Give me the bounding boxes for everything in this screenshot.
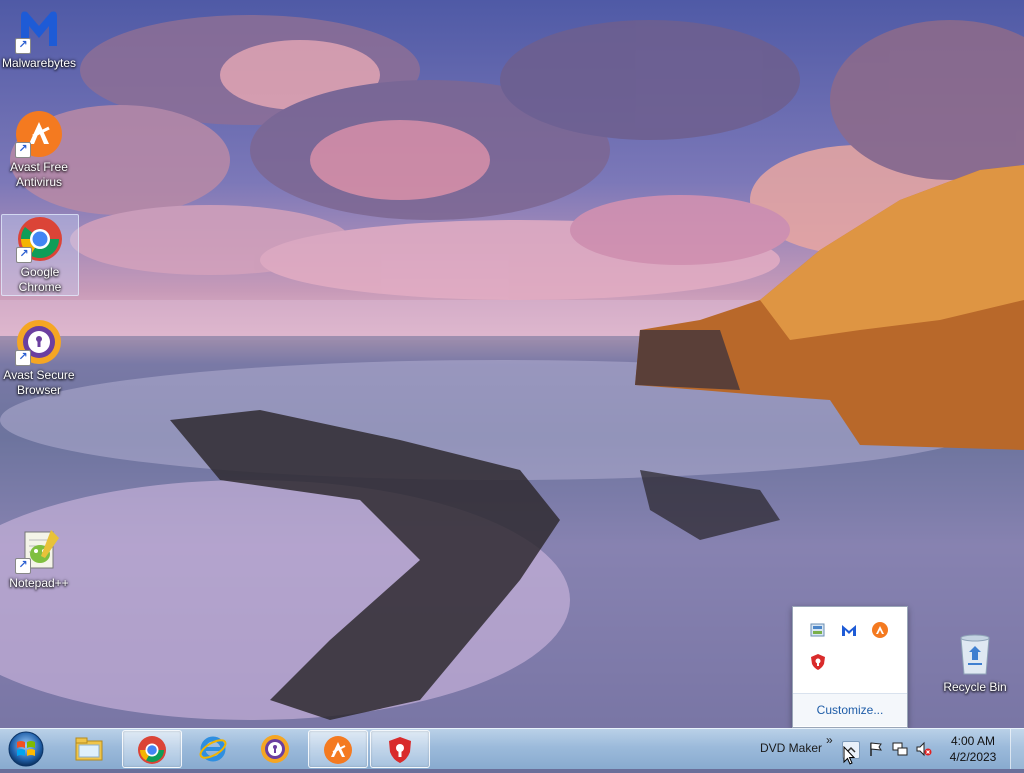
- show-desktop-button[interactable]: [1010, 729, 1024, 769]
- malwarebytes-icon: ↗: [15, 6, 63, 54]
- taskbar-avast-shield-button[interactable]: [370, 730, 430, 768]
- notification-area-overflow-popup: Customize...: [792, 606, 908, 728]
- clock-date: 4/2/2023: [949, 750, 997, 764]
- windows-logo-icon: [8, 731, 44, 767]
- avast-tray-icon[interactable]: [871, 621, 889, 639]
- dvd-maker-toolbar-label[interactable]: DVD Maker: [760, 741, 822, 755]
- desktop-icon-notepad-plus-plus[interactable]: ↗ Notepad++: [1, 526, 77, 591]
- desktop-icon-recycle-bin[interactable]: Recycle Bin: [937, 630, 1013, 695]
- action-center-flag-icon[interactable]: [868, 741, 884, 757]
- desktop-icon-label: Avast Free Antivirus: [10, 160, 68, 189]
- desktop-icon-google-chrome[interactable]: ↗ Google Chrome: [1, 214, 79, 296]
- desktop-icon-avast-free-antivirus[interactable]: ↗ Avast Free Antivirus: [1, 110, 77, 190]
- volume-muted-icon[interactable]: [916, 741, 932, 757]
- desktop-icon-avast-secure-browser[interactable]: ↗ Avast Secure Browser: [1, 318, 77, 398]
- shortcut-arrow-icon: ↗: [15, 38, 31, 54]
- taskbar-avast-secure-browser-button[interactable]: [246, 730, 304, 766]
- taskbar-explorer-button[interactable]: [60, 730, 118, 766]
- clock-time: 4:00 AM: [950, 734, 996, 748]
- desktop-icon-label: Malwarebytes: [1, 56, 77, 70]
- taskbar: DVD Maker » 4:00 AM 4/2/2023: [0, 728, 1024, 769]
- avast-shield-icon: [385, 735, 415, 765]
- system-clock[interactable]: 4:00 AM 4/2/2023: [944, 733, 1002, 765]
- mouse-cursor-icon: [843, 745, 857, 766]
- toolbar-chevron-icon[interactable]: »: [826, 733, 833, 747]
- avast-secure-browser-icon: ↗: [15, 318, 63, 366]
- network-icon[interactable]: [892, 741, 908, 757]
- shortcut-arrow-icon: ↗: [16, 247, 32, 263]
- desktop-icon-label: Avast Secure Browser: [3, 368, 75, 397]
- avast-antivirus-icon: ↗: [15, 110, 63, 158]
- avast-antivirus-icon: [323, 735, 353, 765]
- shortcut-arrow-icon: ↗: [15, 350, 31, 366]
- notepad-plus-plus-icon: ↗: [15, 526, 63, 574]
- desktop-icon-label: Google Chrome: [18, 265, 62, 294]
- taskbar-chrome-button[interactable]: [122, 730, 182, 768]
- desktop-icon-label: Recycle Bin: [943, 680, 1007, 694]
- avast-secure-browser-icon: [260, 734, 290, 764]
- shortcut-arrow-icon: ↗: [15, 558, 31, 574]
- recycle-bin-icon: [951, 630, 999, 678]
- action-center-tray-icon[interactable]: [809, 621, 827, 639]
- internet-explorer-icon: [198, 734, 228, 764]
- chrome-icon: ↗: [16, 215, 64, 263]
- avast-shield-tray-icon[interactable]: [809, 653, 827, 671]
- taskbar-internet-explorer-button[interactable]: [184, 730, 242, 766]
- malwarebytes-tray-icon[interactable]: [840, 621, 858, 639]
- shortcut-arrow-icon: ↗: [15, 142, 31, 158]
- desktop-icon-label: Notepad++: [9, 576, 69, 590]
- taskbar-avast-antivirus-button[interactable]: [308, 730, 368, 768]
- chrome-icon: [137, 735, 167, 765]
- desktop-icon-malwarebytes[interactable]: ↗ Malwarebytes: [1, 6, 77, 71]
- start-button[interactable]: [6, 730, 46, 768]
- customize-link[interactable]: Customize...: [793, 693, 907, 726]
- explorer-icon: [74, 734, 104, 764]
